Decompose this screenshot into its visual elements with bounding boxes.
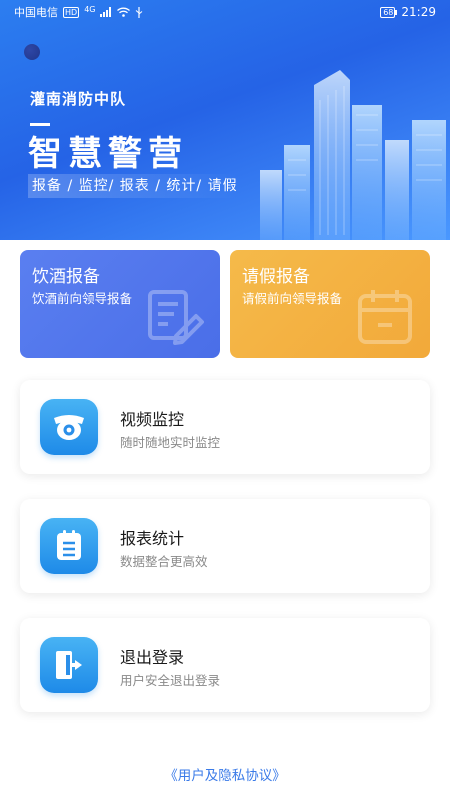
app-subtitle: 报备 / 监控/ 报表 / 统计/ 请假 xyxy=(28,174,238,198)
leave-report-card[interactable]: 请假报备 请假前向领导报备 xyxy=(230,250,430,358)
card-title: 报表统计 xyxy=(120,529,185,548)
drinking-report-card[interactable]: 饮酒报备 饮酒前向领导报备 xyxy=(20,250,220,358)
card-title: 退出登录 xyxy=(120,648,185,667)
privacy-agreement-link[interactable]: 《用户及隐私协议》 xyxy=(0,764,450,784)
calendar-icon xyxy=(358,290,412,344)
clock: 21:29 xyxy=(401,5,436,19)
card-desc: 数据整合更高效 xyxy=(120,554,208,569)
card-desc: 饮酒前向领导报备 xyxy=(32,291,133,306)
hd-badge: HD xyxy=(63,6,80,18)
status-bar: 中国电信 HD 4G 68 21:29 xyxy=(0,0,450,24)
card-desc: 请假前向领导报备 xyxy=(242,291,343,306)
card-desc: 用户安全退出登录 xyxy=(120,673,221,688)
usb-icon xyxy=(136,6,143,18)
card-desc: 随时随地实时监控 xyxy=(120,435,221,450)
app-title: 智慧警营 xyxy=(28,134,188,174)
logout-icon xyxy=(40,637,98,693)
logout-card[interactable]: 退出登录 用户安全退出登录 xyxy=(20,618,430,712)
carrier-name: 中国电信 xyxy=(14,6,58,19)
card-title: 饮酒报备 xyxy=(32,267,100,287)
battery-icon: 68 xyxy=(380,6,396,18)
camera-icon xyxy=(40,399,98,455)
card-title: 视频监控 xyxy=(120,410,185,429)
network-type: 4G xyxy=(84,4,96,14)
document-icon xyxy=(40,518,98,574)
city-skyline-illustration xyxy=(260,70,446,240)
org-name: 灌南消防中队 xyxy=(30,90,127,108)
report-statistics-card[interactable]: 报表统计 数据整合更高效 xyxy=(20,499,430,593)
signal-icon xyxy=(100,7,112,17)
edit-document-icon xyxy=(148,290,204,345)
decor-dot xyxy=(24,44,40,60)
card-title: 请假报备 xyxy=(242,267,310,287)
wifi-icon xyxy=(117,7,131,17)
hero-banner: 灌南消防中队 智慧警营 报备 / 监控/ 报表 / 统计/ 请假 xyxy=(0,0,450,240)
battery-level: 68 xyxy=(383,7,394,17)
video-monitor-card[interactable]: 视频监控 随时随地实时监控 xyxy=(20,380,430,474)
